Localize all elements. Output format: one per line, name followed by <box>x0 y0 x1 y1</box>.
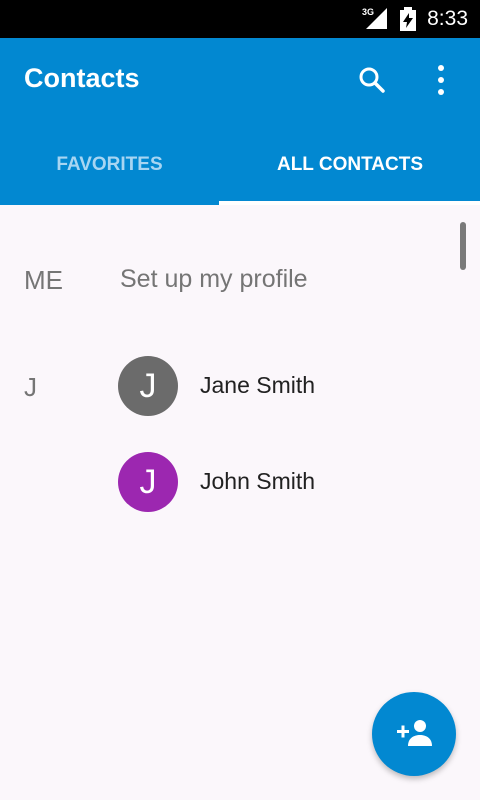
setup-profile-item[interactable]: Set up my profile <box>120 265 308 294</box>
more-options-button[interactable] <box>426 62 456 98</box>
contact-row-john-smith[interactable]: J John Smith <box>118 452 458 512</box>
tab-indicator <box>219 201 480 205</box>
contact-name: Jane Smith <box>200 372 316 398</box>
tab-all-contacts[interactable]: ALL CONTACTS <box>220 148 480 205</box>
battery-charging-icon <box>400 7 416 36</box>
avatar: J <box>118 452 178 512</box>
search-icon <box>359 67 385 93</box>
clock: 8:33 <box>427 7 468 30</box>
add-person-icon <box>397 720 432 746</box>
contact-row-jane-smith[interactable]: J Jane Smith <box>118 356 458 416</box>
avatar: J <box>118 356 178 416</box>
signal-icon <box>366 8 388 35</box>
add-contact-button[interactable] <box>372 692 456 776</box>
more-vert-icon <box>438 65 444 95</box>
scrollbar-thumb[interactable] <box>460 222 466 270</box>
status-bar: 3G 8:33 <box>0 0 480 38</box>
tab-favorites[interactable]: FAVORITES <box>0 148 219 205</box>
page-title: Contacts <box>24 63 140 93</box>
contact-name: John Smith <box>200 468 316 494</box>
section-letter: J <box>24 372 37 402</box>
search-button[interactable] <box>354 62 390 98</box>
app-bar: Contacts FAVORITES ALL CONTACTS <box>0 38 480 205</box>
me-section-header: ME <box>24 265 63 295</box>
